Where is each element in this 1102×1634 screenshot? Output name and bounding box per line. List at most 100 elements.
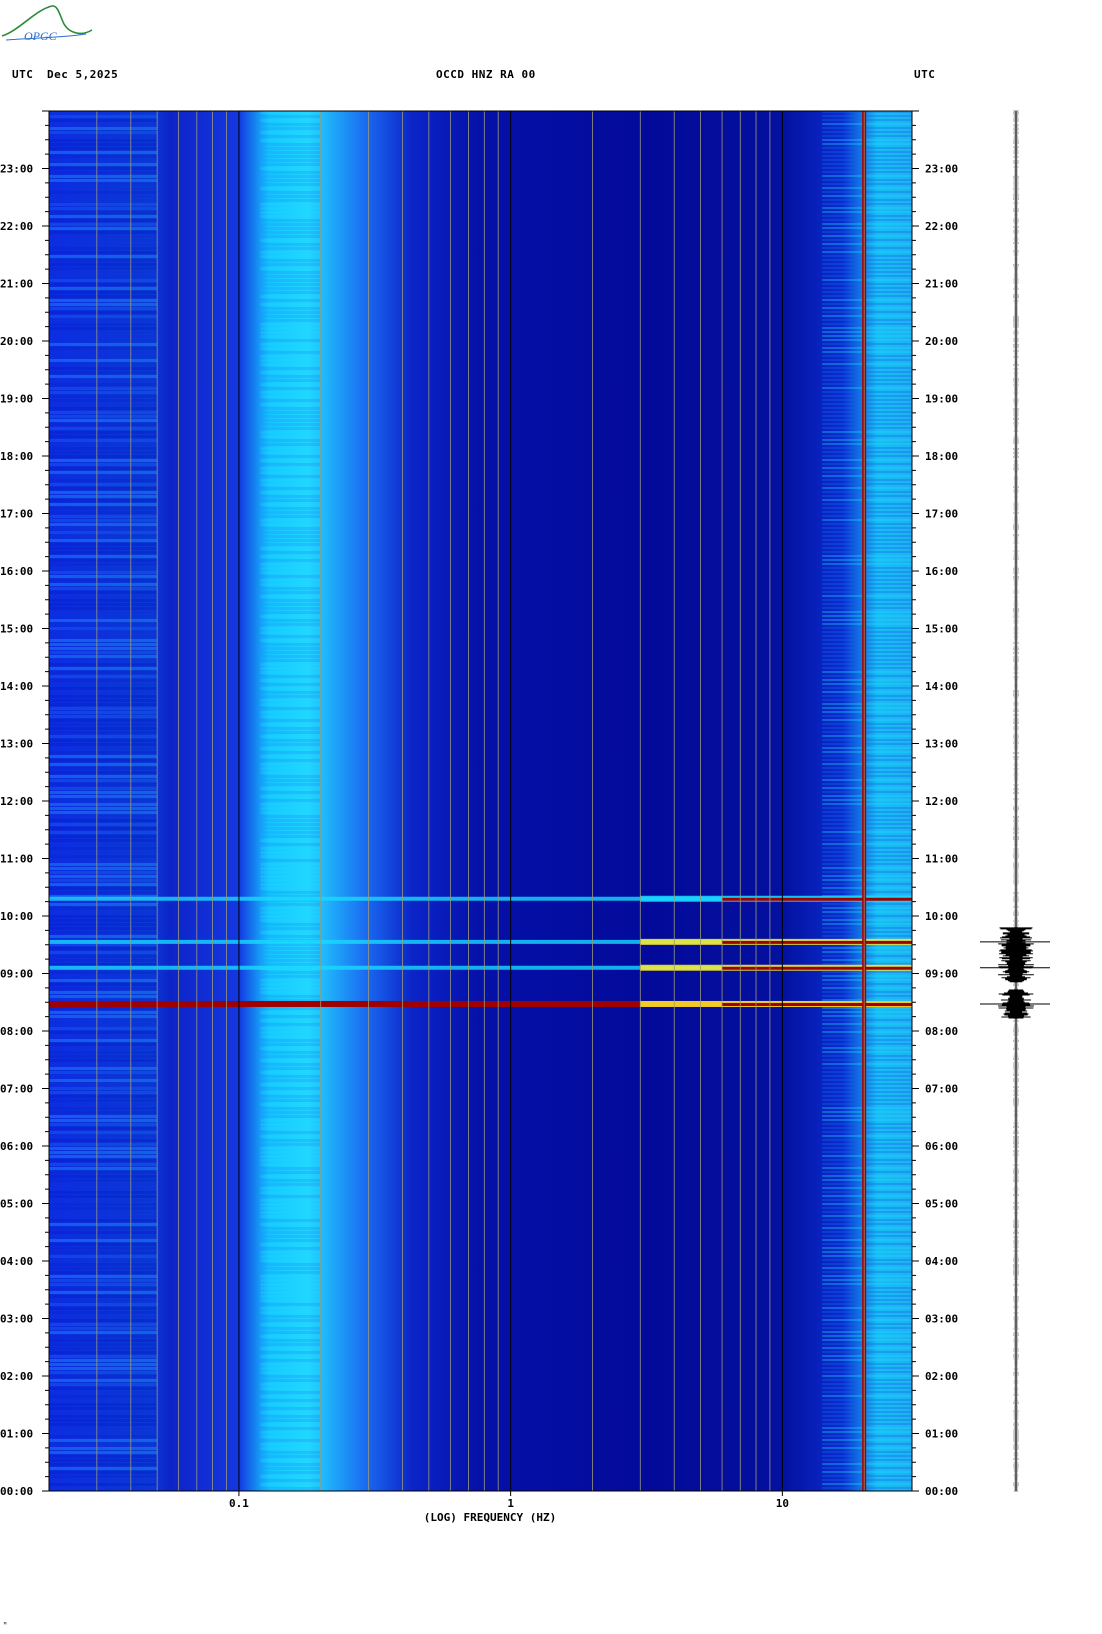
microseism-band: [260, 319, 321, 322]
microseism-band: [260, 219, 321, 222]
time-band: [49, 707, 158, 710]
microseism-band: [260, 951, 321, 954]
y-tick-label-right: 07:00: [925, 1083, 958, 1096]
microseism-band: [260, 187, 321, 190]
time-band: [49, 1411, 158, 1414]
microseism-band: [260, 1431, 321, 1434]
high-freq-band: [822, 327, 912, 329]
y-tick-label-left: 16:00: [0, 565, 33, 578]
time-band: [49, 567, 158, 570]
microseism-band: [260, 1479, 321, 1482]
high-freq-band: [822, 751, 912, 753]
high-freq-band: [822, 1227, 912, 1229]
y-tick-label-left: 13:00: [0, 738, 33, 751]
time-band: [49, 783, 158, 786]
high-freq-band: [822, 335, 912, 337]
time-band: [49, 459, 158, 462]
high-freq-band: [822, 1011, 912, 1013]
time-band: [49, 379, 158, 382]
microseism-band: [260, 1031, 321, 1034]
high-freq-band: [822, 1031, 912, 1033]
time-band: [49, 1323, 158, 1326]
time-band: [49, 495, 158, 498]
time-band: [49, 631, 158, 634]
microseism-band: [260, 691, 321, 694]
high-freq-band: [822, 419, 912, 421]
microseism-band: [260, 635, 321, 638]
time-band: [49, 1439, 158, 1442]
microseism-band: [260, 151, 321, 154]
time-band: [49, 935, 158, 938]
high-freq-band: [822, 1467, 912, 1469]
high-freq-band: [822, 131, 912, 133]
y-tick-label-right: 13:00: [925, 738, 958, 751]
microseism-band: [260, 1231, 321, 1234]
microseism-band: [260, 1131, 321, 1134]
time-band: [49, 971, 158, 974]
high-freq-band: [822, 427, 912, 429]
high-freq-band: [822, 1447, 912, 1449]
high-freq-band: [822, 375, 912, 377]
high-freq-band: [822, 1375, 912, 1377]
high-freq-band: [822, 1107, 912, 1109]
high-freq-band: [822, 1007, 912, 1009]
microseism-band: [260, 1159, 321, 1162]
time-band: [49, 1487, 158, 1490]
time-band: [49, 715, 158, 718]
microseism-band: [260, 667, 321, 670]
high-freq-band: [822, 1159, 912, 1161]
high-freq-band: [822, 1479, 912, 1481]
time-band: [49, 415, 158, 418]
microseism-band: [260, 383, 321, 386]
microseism-band: [260, 1299, 321, 1302]
time-band: [49, 927, 158, 930]
high-freq-band: [822, 607, 912, 609]
microseism-band: [260, 1051, 321, 1054]
time-band: [49, 463, 158, 466]
high-freq-band: [822, 739, 912, 741]
microseism-band: [260, 283, 321, 286]
high-freq-band: [822, 599, 912, 601]
microseism-band: [260, 923, 321, 926]
time-band: [49, 1295, 158, 1298]
high-freq-band: [822, 999, 912, 1001]
microseism-band: [260, 403, 321, 406]
time-band: [49, 751, 158, 754]
time-band: [49, 183, 158, 186]
microseism-band: [260, 535, 321, 538]
high-freq-band: [822, 371, 912, 373]
high-freq-band: [822, 147, 912, 149]
microseism-band: [260, 1135, 321, 1138]
time-band: [49, 499, 158, 502]
high-freq-band: [822, 463, 912, 465]
y-tick-label-left: 07:00: [0, 1083, 33, 1096]
time-band: [49, 543, 158, 546]
microseism-band: [260, 435, 321, 438]
microseism-band: [260, 935, 321, 938]
time-band: [49, 1299, 158, 1302]
time-band: [49, 1239, 158, 1242]
time-band: [49, 1095, 158, 1098]
high-freq-band: [822, 1415, 912, 1417]
high-freq-band: [822, 1311, 912, 1313]
time-band: [49, 1211, 158, 1214]
high-freq-band: [822, 263, 912, 265]
time-band: [49, 291, 158, 294]
time-band: [49, 447, 158, 450]
high-freq-band: [822, 719, 912, 721]
time-band: [49, 655, 158, 658]
high-freq-band: [822, 851, 912, 853]
high-freq-band: [822, 1255, 912, 1257]
microseism-band: [260, 331, 321, 334]
time-band: [49, 1155, 158, 1158]
high-freq-band: [822, 363, 912, 365]
microseism-band: [260, 959, 321, 962]
microseism-band: [260, 483, 321, 486]
microseism-band: [260, 1471, 321, 1474]
high-freq-band: [822, 1323, 912, 1325]
time-band: [49, 475, 158, 478]
time-band: [49, 563, 158, 566]
time-band: [49, 651, 158, 654]
high-freq-band: [822, 1327, 912, 1329]
microseism-band: [260, 759, 321, 762]
